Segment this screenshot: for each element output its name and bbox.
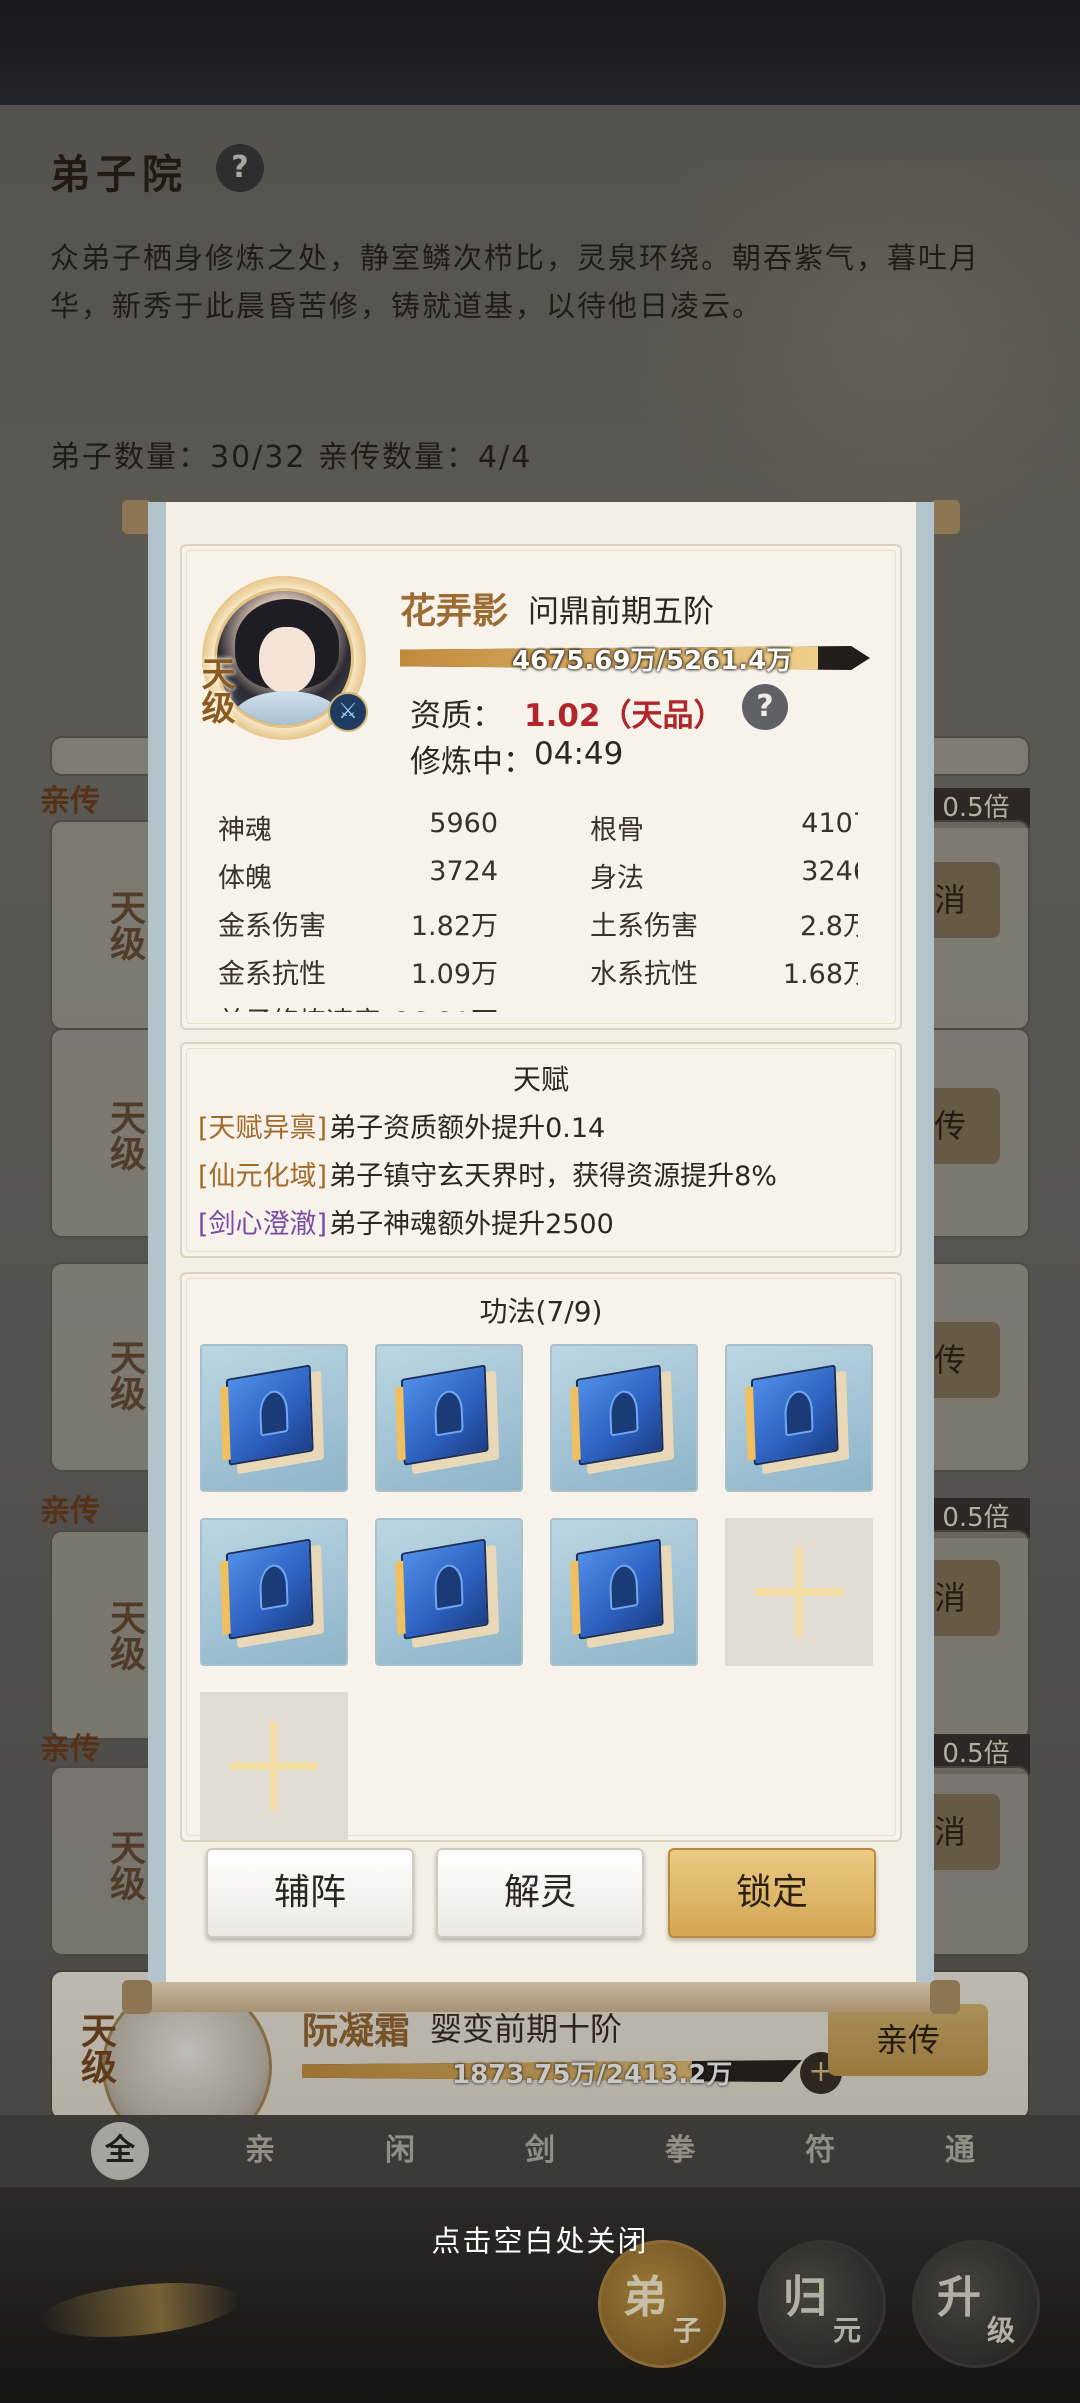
book-cover — [575, 1364, 664, 1466]
book-emblem — [433, 1388, 464, 1437]
skill-book-slot[interactable] — [375, 1344, 523, 1492]
disciple-name: 花弄影 — [400, 590, 509, 632]
release-spirit-button[interactable]: 解灵 — [436, 1848, 644, 1938]
skill-book-slot[interactable] — [200, 1344, 348, 1492]
stat-value: 3724 — [429, 856, 498, 887]
stat-metal-damage: 金系伤害 1.82万 — [218, 898, 498, 946]
skill-book-slot[interactable] — [550, 1344, 698, 1492]
book-emblem — [433, 1562, 464, 1611]
skill-book-icon — [745, 1362, 851, 1477]
talent-name: [剑心澄澈] — [198, 1209, 328, 1240]
stat-value: 4107 — [801, 808, 858, 839]
skill-book-icon — [395, 1362, 501, 1477]
talent-item[interactable]: [仙元化域]弟子镇守玄天界时，获得资源提升8% — [198, 1154, 777, 1193]
skill-book-slot[interactable] — [375, 1518, 523, 1666]
skill-book-slot[interactable] — [200, 1518, 348, 1666]
book-emblem — [608, 1562, 639, 1611]
portrait-robe — [231, 691, 343, 725]
stat-metal-resistance: 金系抗性 1.09万 — [218, 946, 498, 994]
talent-desc: 弟子神魂额外提升2500 — [329, 1209, 614, 1240]
disciple-info-panel: 天级 ⚔ 花弄影 问鼎前期五阶 4675.69万/5261.4万 资质： 1.0… — [180, 544, 902, 1030]
talent-panel: 天赋 [天赋异禀]弟子资质额外提升0.14 [仙元化域]弟子镇守玄天界时，获得资… — [180, 1042, 902, 1258]
skill-book-slot[interactable] — [725, 1344, 873, 1492]
portrait-face — [259, 627, 315, 693]
aptitude-label: 资质： — [410, 698, 503, 734]
training-timer: 04:49 — [534, 736, 624, 772]
skill-book-icon — [220, 1536, 326, 1651]
progress-text: 4675.69万/5261.4万 — [512, 646, 793, 676]
book-cover — [400, 1538, 489, 1640]
stat-label: 金系抗性 — [218, 959, 326, 990]
talent-name: [天赋异禀] — [198, 1113, 328, 1144]
aptitude-help-icon[interactable]: ? — [742, 684, 788, 730]
stat-earth-damage: 土系伤害 2.8万 — [590, 898, 858, 946]
talent-desc: 弟子资质额外提升0.14 — [329, 1113, 606, 1144]
book-cover — [400, 1364, 489, 1466]
skills-title: 功法(7/9) — [479, 1295, 603, 1328]
stat-spirit: 神魂 5960 — [218, 802, 498, 850]
book-cover — [225, 1364, 314, 1466]
book-emblem — [258, 1562, 289, 1611]
skill-book-icon — [220, 1362, 326, 1477]
book-cover — [750, 1364, 839, 1466]
stat-label: 神魂 — [218, 815, 272, 846]
stat-value: 26.21万 — [394, 1000, 498, 1012]
talent-item[interactable]: [天赋异禀]弟子资质额外提升0.14 — [198, 1106, 605, 1145]
modal-paper: 天级 ⚔ 花弄影 问鼎前期五阶 4675.69万/5261.4万 资质： 1.0… — [166, 502, 916, 1998]
empty-skill-slot[interactable] — [725, 1518, 873, 1666]
stat-value: 3246 — [801, 856, 858, 887]
stat-water-resistance: 水系抗性 1.68万 — [590, 946, 858, 994]
stat-label: 金系伤害 — [218, 911, 326, 942]
talent-desc: 弟子镇守玄天界时，获得资源提升8% — [329, 1161, 777, 1192]
stat-value: 1.82万 — [410, 911, 498, 942]
stat-training-speed: 弟子修炼速度 26.21万 — [218, 994, 498, 1012]
aptitude-value: 1.02（天品） — [524, 698, 725, 734]
skills-panel: 功法(7/9) — [180, 1272, 902, 1842]
book-emblem — [258, 1388, 289, 1437]
book-emblem — [608, 1388, 639, 1437]
talent-title: 天赋 — [512, 1063, 569, 1096]
training-label: 修炼中： — [410, 744, 534, 780]
stat-label: 弟子修炼速度 — [218, 1000, 380, 1012]
empty-skill-slot[interactable] — [200, 1692, 348, 1840]
book-cover — [225, 1538, 314, 1640]
stat-value: 1.68万 — [782, 959, 858, 990]
stat-agility: 身法 3246 — [590, 850, 858, 898]
stat-value: 2.8万 — [800, 911, 858, 942]
sword-element-icon: ⚔ — [328, 692, 368, 732]
disciple-rank: 问鼎前期五阶 — [528, 594, 714, 630]
stat-label: 根骨 — [590, 815, 644, 846]
disciple-detail-modal: 天级 ⚔ 花弄影 问鼎前期五阶 4675.69万/5261.4万 资质： 1.0… — [148, 502, 934, 1998]
scroll-rod-bottom — [122, 1980, 960, 2014]
close-hint: 点击空白处关闭 — [431, 2224, 649, 2258]
skill-book-icon — [395, 1536, 501, 1651]
stat-label: 体魄 — [218, 863, 272, 894]
book-emblem — [783, 1388, 814, 1437]
stat-label: 身法 — [590, 863, 644, 894]
stat-value: 1.09万 — [410, 959, 498, 990]
stats-grid[interactable]: 神魂 5960 根骨 4107 体魄 3724 身法 3246 金系伤害 1 — [218, 802, 858, 1012]
skill-book-slot[interactable] — [550, 1518, 698, 1666]
stat-label: 水系抗性 — [590, 959, 698, 990]
talent-item[interactable]: [剑心澄澈]弟子神魂额外提升2500 — [198, 1202, 614, 1241]
stat-value: 5960 — [429, 808, 498, 839]
stat-label: 土系伤害 — [590, 911, 698, 942]
stat-physique: 体魄 3724 — [218, 850, 498, 898]
plus-icon — [795, 1548, 803, 1636]
assist-formation-button[interactable]: 辅阵 — [206, 1848, 414, 1938]
skill-book-icon — [570, 1362, 676, 1477]
grade-badge: 天级 — [195, 656, 235, 724]
lock-button[interactable]: 锁定 — [668, 1848, 876, 1938]
stat-bone: 根骨 4107 — [590, 802, 858, 850]
book-cover — [575, 1538, 664, 1640]
plus-icon — [270, 1722, 278, 1810]
talent-name: [仙元化域] — [198, 1161, 328, 1192]
skill-book-icon — [570, 1536, 676, 1651]
